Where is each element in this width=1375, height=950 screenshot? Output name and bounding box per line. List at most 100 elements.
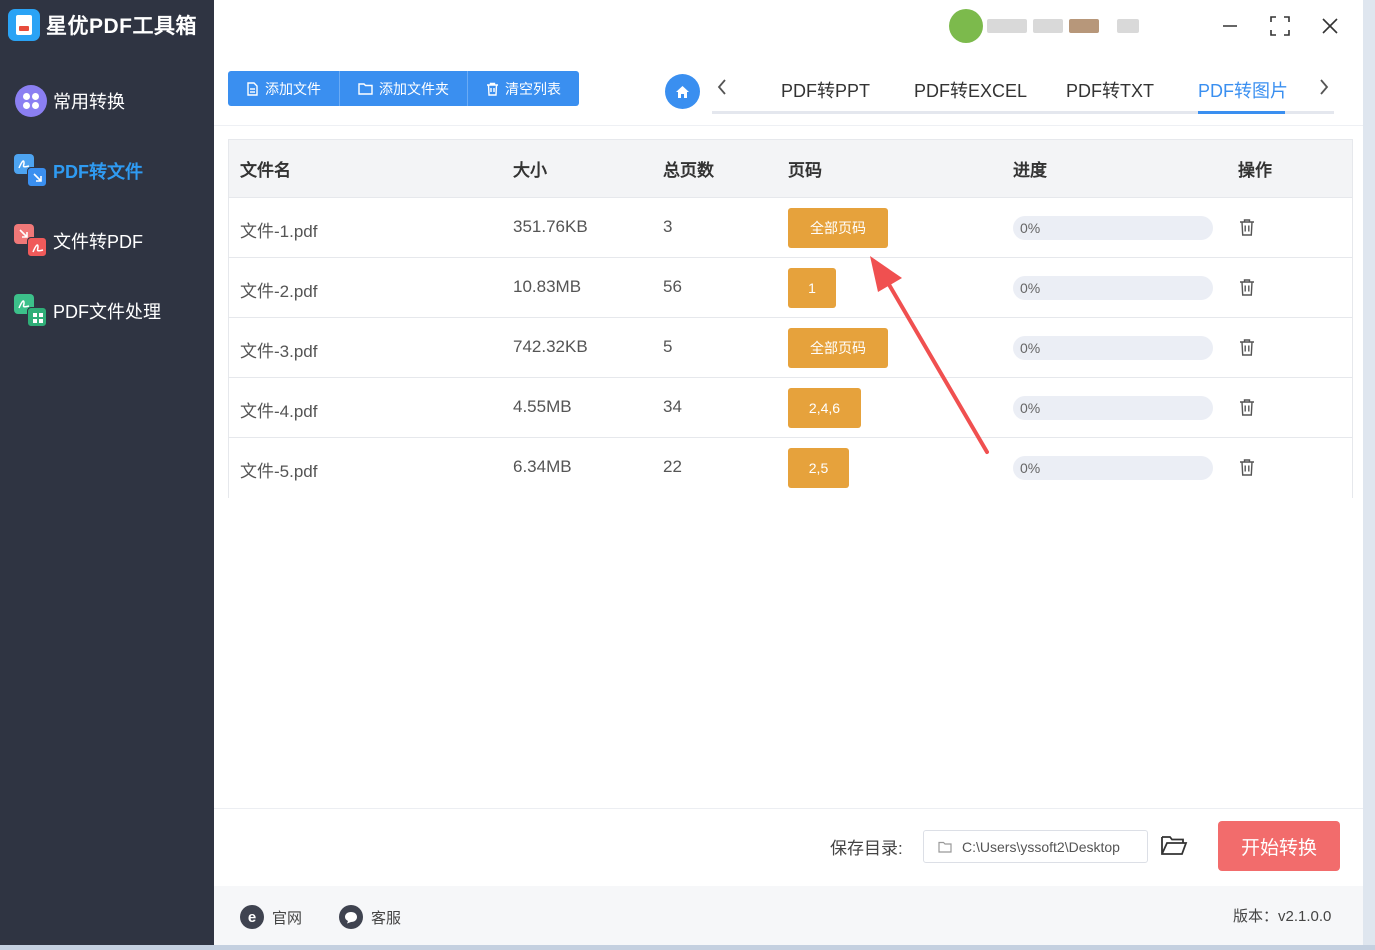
page-count: 22 [663, 457, 682, 476]
page-range-button[interactable]: 2,5 [788, 448, 849, 488]
column-header-progress: 进度 [1013, 161, 1047, 180]
progress-text: 0% [1020, 400, 1041, 416]
progress-bar: 0% [1013, 276, 1213, 300]
page-range-button[interactable]: 1 [788, 268, 836, 308]
chevron-right-icon [1320, 79, 1329, 95]
tab-pdf-to-ppt[interactable]: PDF转PPT [781, 77, 870, 103]
trash-icon [1240, 339, 1254, 356]
table-body: 文件-1.pdf 351.76KB 3 全部页码 0% 文件-2.pdf 10.… [229, 198, 1352, 498]
page-count: 34 [663, 397, 682, 416]
table-header: 文件名 大小 总页数 页码 进度 操作 [229, 140, 1352, 198]
support-link[interactable]: 客服 [339, 905, 401, 929]
sidebar-item-pdf-process[interactable]: PDF文件处理 [14, 293, 161, 329]
delete-row-button[interactable] [1239, 398, 1257, 418]
trash-icon [487, 82, 498, 96]
page-range-button[interactable]: 2,4,6 [788, 388, 861, 428]
minimize-button[interactable] [1216, 12, 1244, 40]
delete-row-button[interactable] [1239, 458, 1257, 478]
user-account[interactable] [949, 9, 1149, 43]
file-size: 351.76KB [513, 217, 588, 236]
file-to-pdf-icon [14, 224, 48, 258]
close-button[interactable] [1316, 12, 1344, 40]
tabs-next-button[interactable] [1314, 78, 1334, 102]
progress-bar: 0% [1013, 456, 1213, 480]
page-range-button[interactable]: 全部页码 [788, 208, 888, 248]
column-header-page-range: 页码 [788, 161, 822, 180]
fullscreen-button[interactable] [1266, 12, 1294, 40]
file-table: 文件名 大小 总页数 页码 进度 操作 文件-1.pdf 351.76KB 3 … [228, 139, 1353, 499]
delete-row-button[interactable] [1239, 338, 1257, 358]
tabs-prev-button[interactable] [712, 78, 732, 102]
table-row: 文件-5.pdf 6.34MB 22 2,5 0% [229, 438, 1352, 498]
desktop-background [1363, 0, 1375, 950]
pdf-to-file-icon [14, 154, 48, 188]
sidebar-item-label: 文件转PDF [53, 232, 143, 252]
save-dir-value: C:\Users\yssoft2\Desktop [962, 838, 1120, 855]
progress-text: 0% [1020, 280, 1041, 296]
table-row: 文件-3.pdf 742.32KB 5 全部页码 0% [229, 318, 1352, 378]
folder-icon [358, 83, 373, 95]
column-header-action: 操作 [1238, 161, 1272, 180]
file-name: 文件-4.pdf [240, 402, 318, 421]
progress-bar: 0% [1013, 396, 1213, 420]
file-size: 742.32KB [513, 337, 588, 356]
sidebar-item-label: 常用转换 [53, 92, 125, 112]
delete-row-button[interactable] [1239, 218, 1257, 238]
column-header-name: 文件名 [240, 161, 291, 180]
page-count: 3 [663, 217, 673, 236]
avatar [949, 9, 983, 43]
page-count: 5 [663, 337, 673, 356]
page-count: 56 [663, 277, 682, 296]
progress-bar: 0% [1013, 216, 1213, 240]
file-size: 6.34MB [513, 457, 572, 476]
add-file-button[interactable]: 添加文件 [228, 71, 340, 106]
sidebar: 星优PDF工具箱 常用转换 PDF转文件 文件转PDF PDF文件处理 [0, 0, 214, 945]
apps-icon [14, 84, 48, 118]
save-dir-label: 保存目录: [830, 839, 903, 858]
trash-icon [1240, 219, 1254, 236]
support-label: 客服 [371, 909, 402, 927]
sidebar-item-common-convert[interactable]: 常用转换 [14, 83, 125, 119]
file-name: 文件-1.pdf [240, 222, 318, 241]
clear-list-button[interactable]: 清空列表 [468, 71, 579, 106]
app-logo-icon [8, 9, 40, 41]
tab-pdf-to-txt[interactable]: PDF转TXT [1066, 77, 1154, 103]
chat-icon [339, 905, 363, 929]
fullscreen-icon [1270, 16, 1290, 36]
progress-text: 0% [1020, 220, 1041, 236]
tab-pdf-to-image[interactable]: PDF转图片 [1198, 77, 1288, 103]
ie-icon: e [240, 905, 264, 929]
save-dir-input[interactable]: C:\Users\yssoft2\Desktop [923, 830, 1148, 863]
add-folder-button[interactable]: 添加文件夹 [340, 71, 468, 106]
browse-folder-button[interactable] [1160, 833, 1188, 859]
home-icon [676, 85, 689, 98]
file-name: 文件-5.pdf [240, 462, 318, 481]
table-row: 文件-2.pdf 10.83MB 56 1 0% [229, 258, 1352, 318]
page-range-button[interactable]: 全部页码 [788, 328, 888, 368]
app-title: 星优PDF工具箱 [46, 15, 197, 38]
active-tab-indicator [1198, 111, 1285, 114]
divider [214, 125, 1363, 126]
trash-icon [1240, 399, 1254, 416]
sidebar-item-label: PDF转文件 [53, 162, 143, 182]
progress-text: 0% [1020, 460, 1041, 476]
app-logo: 星优PDF工具箱 [8, 8, 197, 42]
file-toolbar: 添加文件 添加文件夹 清空列表 [228, 71, 579, 106]
sidebar-item-file-to-pdf[interactable]: 文件转PDF [14, 223, 143, 259]
website-link[interactable]: e 官网 [240, 905, 302, 929]
sidebar-item-pdf-to-file[interactable]: PDF转文件 [14, 153, 143, 189]
pdf-process-icon [14, 294, 48, 328]
start-convert-button[interactable]: 开始转换 [1218, 821, 1340, 871]
folder-icon [938, 841, 952, 853]
column-header-size: 大小 [513, 161, 547, 180]
chevron-left-icon [717, 79, 726, 95]
file-icon [247, 81, 258, 96]
sidebar-item-label: PDF文件处理 [53, 302, 161, 322]
delete-row-button[interactable] [1239, 278, 1257, 298]
app-window: 星优PDF工具箱 常用转换 PDF转文件 文件转PDF PDF文件处理 添加文件… [0, 0, 1363, 945]
trash-icon [1240, 459, 1254, 476]
tab-pdf-to-excel[interactable]: PDF转EXCEL [914, 77, 1027, 103]
home-button[interactable] [665, 74, 700, 109]
file-size: 10.83MB [513, 277, 582, 296]
trash-icon [1240, 279, 1254, 296]
